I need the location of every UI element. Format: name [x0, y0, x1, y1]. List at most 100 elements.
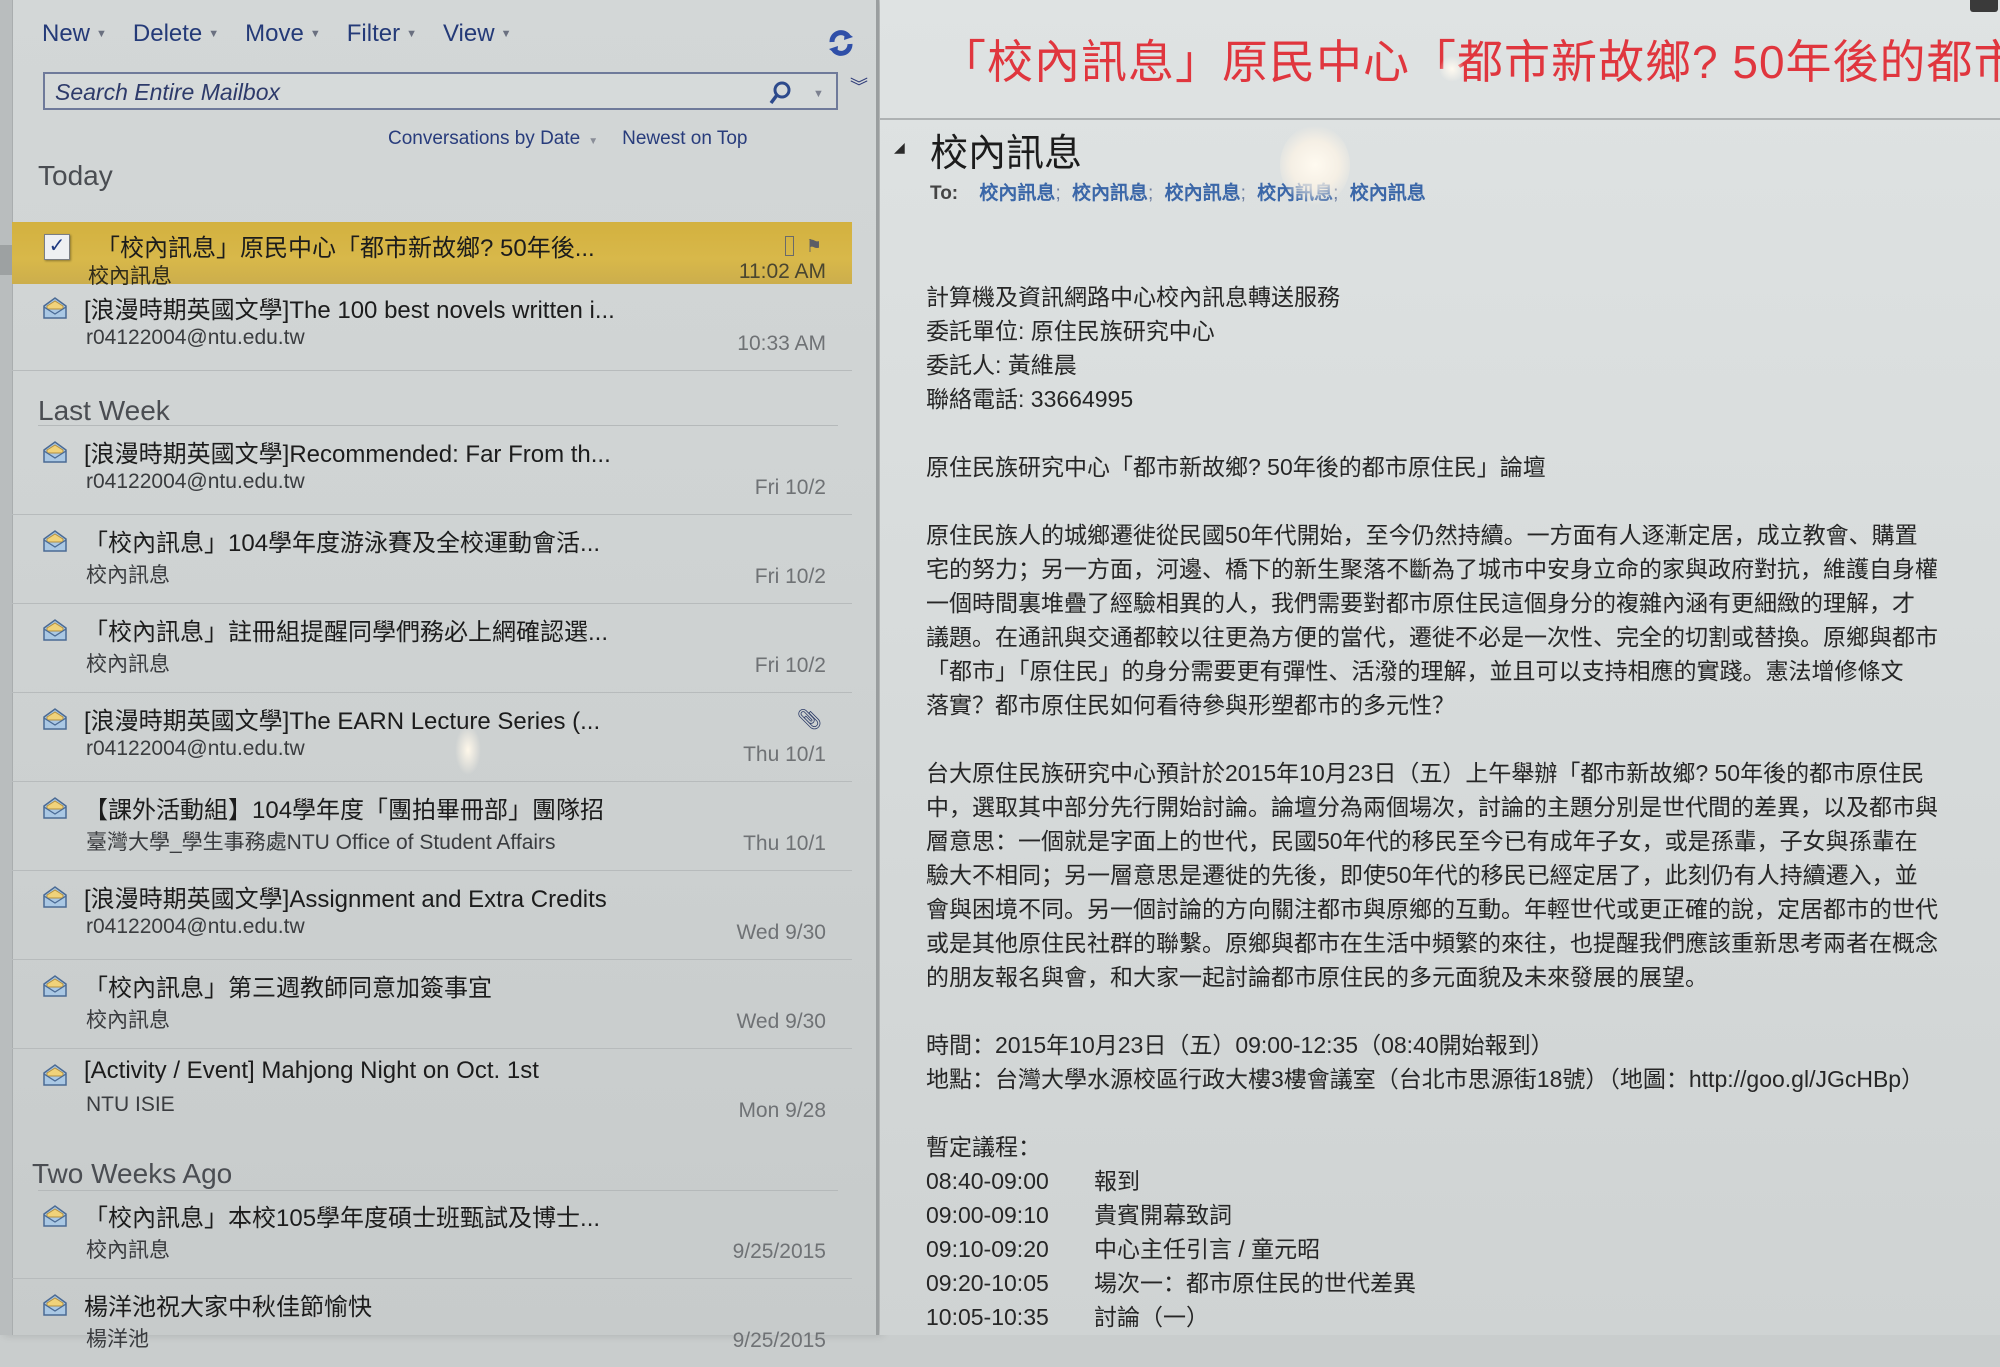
body-line: 計算機及資訊網路中心校內訊息轉送服務 — [926, 284, 1340, 310]
filter-label: Filter — [346, 20, 401, 47]
separator: ; — [1148, 183, 1154, 204]
group-header-today: Today — [38, 160, 113, 191]
open-envelope-icon — [43, 708, 67, 730]
message-item[interactable]: [浪漫時期英國文學]The EARN Lecture Series (... r… — [12, 695, 852, 782]
message-sender: 校內訊息 — [86, 1239, 170, 1262]
header-divider — [880, 118, 2000, 120]
agenda-row: 09:20-10:05 場次一：都市原住民的世代差異 — [926, 1266, 2000, 1300]
message-sender: r04122004@ntu.edu.tw — [86, 737, 305, 760]
window-edge-mark — [1970, 0, 1998, 12]
message-subject: 「校內訊息」本校105學年度碩士班甄試及博士... — [84, 1205, 601, 1232]
search-box[interactable]: ▼ — [43, 72, 838, 110]
message-sender: 校內訊息 — [86, 1009, 170, 1032]
message-item[interactable]: 「校內訊息」註冊組提醒同學們務必上網確認選... 校內訊息 Fri 10/2 — [12, 606, 852, 693]
message-item[interactable]: 「校內訊息」第三週教師同意加簽事宜 校內訊息 Wed 9/30 — [12, 962, 852, 1049]
message-item[interactable]: 「校內訊息」104學年度游泳賽及全校運動會活... 校內訊息 Fri 10/2 — [12, 517, 852, 604]
open-envelope-icon — [43, 797, 67, 819]
message-date: 11:02 AM — [738, 260, 826, 283]
body-line: 委託單位: 原住民族研究中心 — [926, 318, 1215, 344]
message-item[interactable]: [Activity / Event] Mahjong Night on Oct.… — [12, 1051, 852, 1137]
agenda-row: 09:00-09:10 貴賓開幕致詞 — [926, 1198, 2000, 1232]
message-item[interactable]: 【課外活動組】104學年度「團拍畢冊部」團隊招 臺灣大學_學生事務處NTU Of… — [12, 784, 852, 871]
body-line: 會與困境不同。另一個討論的方向關注都市與原鄉的互動。年輕世代或更正確的說，定居都… — [926, 896, 1938, 922]
agenda-row: 08:40-09:00 報到 — [926, 1164, 2000, 1198]
message-date: Thu 10/1 — [743, 832, 826, 855]
to-label: To: — [930, 183, 959, 204]
agenda-item: 中心主任引言 / 童元昭 — [1094, 1236, 1321, 1262]
refresh-icon[interactable] — [826, 28, 856, 58]
body-line: 台大原住民族研究中心預計於2015年10月23日（五）上午舉辦「都市新故鄉? 5… — [926, 760, 1925, 786]
move-label: Move — [245, 20, 304, 47]
agenda-item: 討論（一） — [1094, 1304, 1209, 1330]
message-item[interactable]: 楊洋池祝大家中秋佳節愉快 楊洋池 9/25/2015 — [12, 1281, 852, 1367]
agenda-time: 09:20-10:05 — [926, 1270, 1049, 1296]
message-subject: 「校內訊息」第三週教師同意加簽事宜 — [84, 975, 492, 1002]
recipient[interactable]: 校內訊息 — [979, 183, 1055, 204]
message-item[interactable]: 「校內訊息」本校105學年度碩士班甄試及博士... 校內訊息 9/25/2015 — [12, 1192, 852, 1279]
separator: ; — [1333, 183, 1339, 204]
message-date: 10:33 AM — [737, 332, 826, 355]
recipient[interactable]: 校內訊息 — [1165, 183, 1241, 204]
toolbar: New ▼ Delete ▼ Move ▼ Filter ▼ View ▼ — [42, 16, 511, 52]
message-date: Thu 10/1 — [743, 743, 826, 766]
view-menu-button[interactable]: View ▼ — [443, 20, 511, 48]
recipient[interactable]: 校內訊息 — [1350, 183, 1426, 204]
body-line: 宅的努力；另一方面，河邊、橋下的新生聚落不斷為了城市中安身立命的家與政府對抗，維… — [926, 556, 1938, 582]
open-envelope-icon — [43, 886, 67, 908]
sort-row: Conversations by Date ▼ Newest on Top — [388, 128, 747, 150]
message-sender: r04122004@ntu.edu.tw — [86, 470, 305, 493]
sender-name[interactable]: 校內訊息 — [930, 122, 1082, 177]
search-input[interactable] — [55, 78, 755, 106]
open-envelope-icon — [43, 1294, 67, 1316]
message-item[interactable]: [浪漫時期英國文學]The 100 best novels written i.… — [12, 284, 852, 371]
filter-menu-button[interactable]: Filter ▼ — [347, 20, 417, 48]
chevron-down-icon: ▼ — [406, 28, 417, 40]
scrollbar-thumb[interactable] — [0, 245, 12, 275]
message-date: Fri 10/2 — [754, 565, 826, 588]
recipient[interactable]: 校內訊息 — [1072, 183, 1148, 204]
flag-icon[interactable]: ⚑ — [806, 236, 822, 257]
recipient[interactable]: 校內訊息 — [1257, 183, 1333, 204]
message-item-selected[interactable]: ✓ 「校內訊息」原民中心「都市新故鄉? 50年後... 校內訊息 ⚑ 11:02… — [12, 222, 852, 288]
recipients-row: To: 校內訊息; 校內訊息; 校內訊息; 校內訊息; 校內訊息 — [930, 178, 1426, 205]
body-line: 原住民族研究中心「都市新故鄉? 50年後的都市原住民」論壇 — [926, 454, 1546, 480]
body-line-with-link[interactable]: 地點：台灣大學水源校區行政大樓3樓會議室（台北市思源街18號）（地圖：http:… — [926, 1062, 2000, 1096]
open-envelope-icon — [43, 1205, 67, 1227]
collapse-triangle-icon[interactable]: ◢ — [894, 139, 905, 156]
open-envelope-icon — [43, 297, 67, 319]
message-subject: 楊洋池祝大家中秋佳節愉快 — [84, 1294, 372, 1321]
double-chevron-down-icon[interactable]: ︾ — [850, 78, 868, 96]
message-date: Fri 10/2 — [754, 654, 826, 677]
message-sender: 臺灣大學_學生事務處NTU Office of Student Affairs — [86, 831, 556, 854]
chevron-down-icon: ▼ — [208, 28, 220, 40]
body-line: 驗大不相同；另一層意思是遷徙的先後，即使50年代的移民已經定居了，此刻仍有人持續… — [926, 862, 1918, 888]
new-menu-button[interactable]: New ▼ — [42, 20, 107, 48]
open-envelope-icon — [43, 441, 67, 463]
message-sender: 校內訊息 — [86, 653, 170, 676]
open-envelope-icon — [43, 975, 67, 997]
chevron-down-icon: ▼ — [500, 28, 512, 40]
open-envelope-icon — [43, 619, 67, 641]
chevron-down-icon: ▼ — [309, 28, 321, 40]
message-item[interactable]: [浪漫時期英國文學]Recommended: Far From th... r0… — [12, 428, 852, 515]
arrange-by-button[interactable]: Conversations by Date ▼ — [388, 128, 598, 150]
sort-order-button[interactable]: Newest on Top — [622, 128, 747, 150]
message-subject: 【課外活動組】104學年度「團拍畢冊部」團隊招 — [84, 797, 605, 824]
delete-label: Delete — [132, 20, 203, 47]
checkbox-icon[interactable]: ✓ — [44, 234, 70, 260]
search-icon[interactable] — [767, 80, 793, 106]
move-menu-button[interactable]: Move ▼ — [245, 20, 321, 48]
message-item[interactable]: [浪漫時期英國文學]Assignment and Extra Credits r… — [12, 873, 852, 960]
message-list-pane: New ▼ Delete ▼ Move ▼ Filter ▼ View ▼ ▼ ︾ Con… — [0, 0, 879, 1352]
message-body: 計算機及資訊網路中心校內訊息轉送服務 委託單位: 原住民族研究中心 委託人: 黃… — [926, 280, 2000, 1334]
message-sender: NTU ISIE — [86, 1093, 175, 1116]
search-scope-dropdown-icon[interactable]: ▼ — [813, 88, 824, 100]
body-line: 的朋友報名與會，和大家一起討論都市原住民的多元面貌及未來發展的展望。 — [926, 964, 1708, 990]
category-icon[interactable] — [785, 236, 794, 256]
arrange-by-label: Conversations by Date — [388, 128, 581, 149]
delete-menu-button[interactable]: Delete ▼ — [133, 20, 219, 48]
